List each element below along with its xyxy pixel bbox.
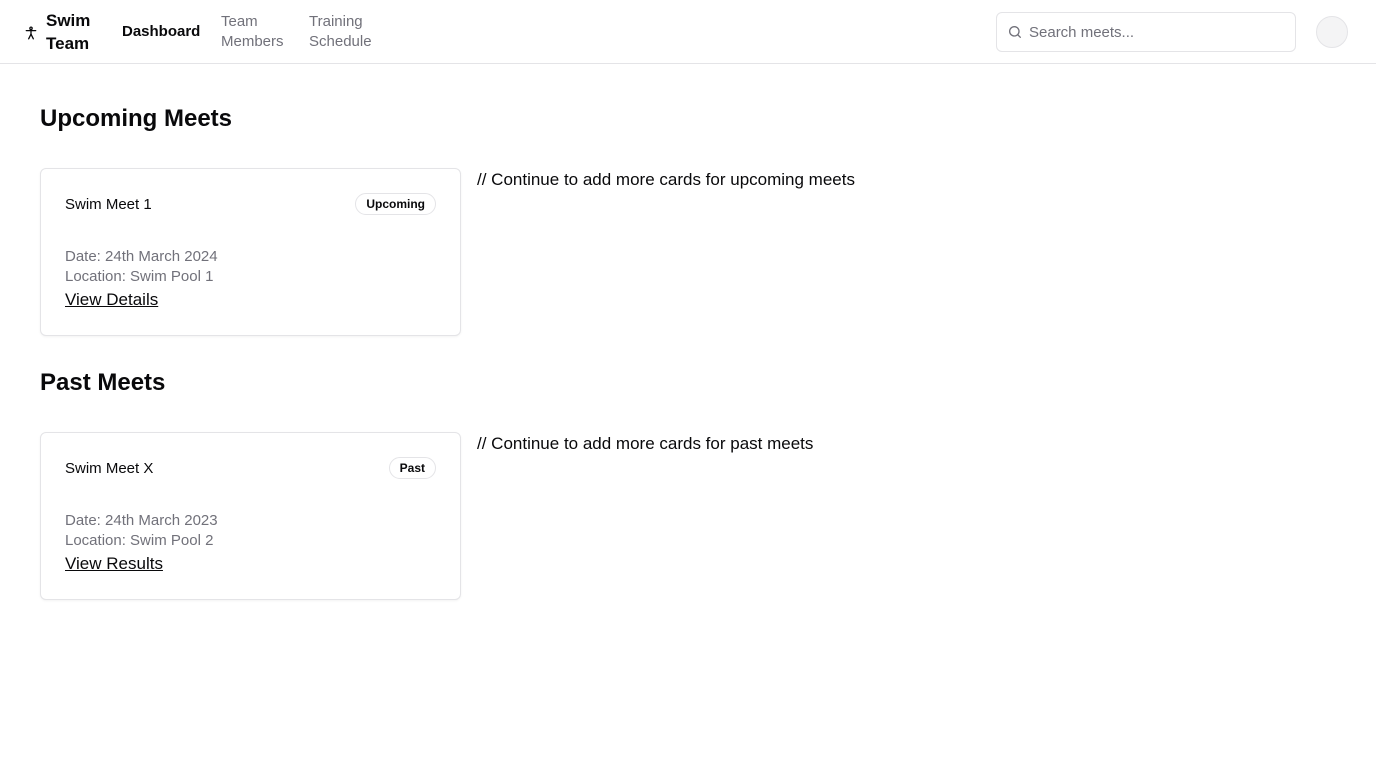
user-avatar[interactable] bbox=[1316, 16, 1348, 48]
meet-date: Date: 24th March 2024 bbox=[65, 248, 218, 265]
search-icon bbox=[1009, 26, 1021, 38]
nav-training-schedule[interactable]: Training Schedule bbox=[309, 12, 379, 52]
search-box bbox=[996, 12, 1296, 52]
meet-location: Location: Swim Pool 1 bbox=[65, 268, 214, 285]
status-badge: Upcoming bbox=[355, 193, 436, 215]
meet-card-title: Swim Meet X bbox=[65, 460, 154, 477]
meet-location: Location: Swim Pool 2 bbox=[65, 532, 214, 549]
upcoming-meets-title: Upcoming Meets bbox=[40, 105, 233, 132]
meet-card-upcoming: Swim Meet 1 Upcoming Date: 24th March 20… bbox=[40, 168, 461, 336]
upcoming-placeholder-comment: // Continue to add more cards for upcomi… bbox=[477, 170, 855, 189]
meet-date: Date: 24th March 2023 bbox=[65, 512, 218, 529]
nav-dashboard[interactable]: Dashboard bbox=[122, 22, 200, 42]
view-details-link[interactable]: View Details bbox=[65, 289, 158, 311]
status-badge: Past bbox=[388, 457, 436, 479]
brand[interactable]: Swim Team bbox=[24, 9, 94, 55]
view-results-link[interactable]: View Results bbox=[65, 553, 163, 575]
brand-name: Swim Team bbox=[46, 11, 91, 53]
nav-team-members[interactable]: Team Members bbox=[221, 12, 291, 52]
top-navigation-bar: Swim Team Dashboard Team Members Trainin… bbox=[0, 0, 1376, 64]
past-meets-title: Past Meets bbox=[40, 369, 166, 396]
meet-card-title: Swim Meet 1 bbox=[65, 196, 152, 213]
person-accessibility-icon bbox=[25, 26, 37, 40]
search-input[interactable] bbox=[1029, 13, 1291, 51]
past-placeholder-comment: // Continue to add more cards for past m… bbox=[477, 434, 814, 453]
meet-card-past: Swim Meet X Past Date: 24th March 2023 L… bbox=[40, 432, 461, 600]
